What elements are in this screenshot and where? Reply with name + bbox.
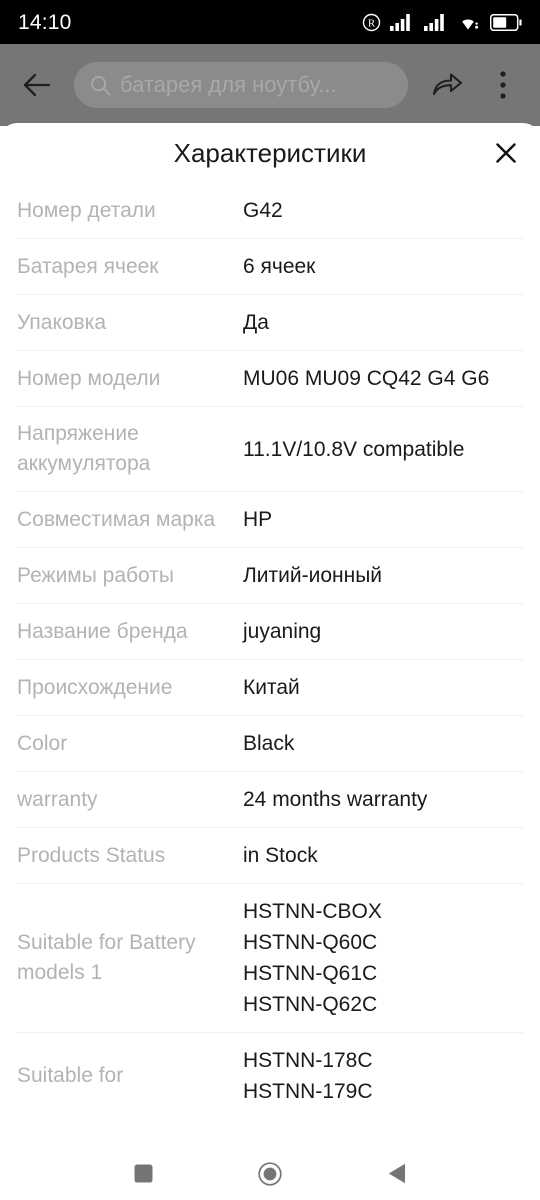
table-row: Suitable for HSTNN-178C HSTNN-179C [17, 1032, 523, 1119]
search-input[interactable]: батарея для ноутбу... [74, 62, 408, 108]
spec-label: Suitable for Battery models 1 [17, 931, 196, 984]
navigation-bar [0, 1147, 540, 1200]
spec-value: Black [243, 732, 295, 755]
close-icon [494, 141, 518, 165]
recents-button[interactable] [115, 1152, 171, 1196]
spec-value: 11.1V/10.8V compatible [243, 437, 465, 461]
spec-value: Да [243, 311, 269, 334]
status-bar: 14:10 R [0, 0, 540, 44]
table-row: Напряжение аккумулятора 11.1V/10.8V comp… [17, 406, 523, 491]
spec-value: in Stock [243, 844, 318, 867]
battery-icon [490, 13, 522, 31]
close-button[interactable] [486, 133, 526, 173]
phone-screen: 14:10 R батарея для ноутбу... Характерис… [0, 0, 540, 1200]
table-row: Products Status in Stock [17, 827, 523, 883]
specifications-sheet: Характеристики Номер детали G42 Батарея … [0, 123, 540, 1147]
table-row: Происхождение Китай [17, 659, 523, 715]
spec-label: Совместимая марка [17, 507, 216, 531]
spec-label: Color [17, 731, 68, 755]
spec-value: juyaning [243, 620, 322, 643]
home-button[interactable] [242, 1152, 298, 1196]
table-row: Название бренда juyaning [17, 603, 523, 659]
spec-value: HP [243, 508, 273, 531]
recents-square-icon [134, 1164, 153, 1183]
spec-value: Китай [243, 676, 300, 699]
page-title: Характеристики [173, 138, 367, 168]
home-circle-icon [258, 1161, 282, 1186]
spec-label: Упаковка [17, 310, 107, 334]
spec-label: Происхождение [17, 675, 173, 699]
spec-value: HSTNN-CBOX HSTNN-Q60C HSTNN-Q61C HSTNN-Q… [243, 900, 382, 1016]
share-icon [431, 71, 463, 99]
share-button[interactable] [424, 62, 470, 108]
table-row: Режимы работы Литий-ионный [17, 547, 523, 603]
more-vertical-icon [499, 70, 507, 100]
status-clock: 14:10 [18, 10, 72, 34]
table-row: Номер модели MU06 MU09 CQ42 G4 G6 [17, 350, 523, 406]
spec-label: Режимы работы [17, 563, 174, 587]
more-options-button[interactable] [480, 62, 526, 108]
table-row: Color Black [17, 715, 523, 771]
back-triangle-icon [388, 1163, 406, 1184]
svg-text:R: R [368, 17, 376, 29]
spec-label: Название бренда [17, 619, 188, 643]
spec-value: MU06 MU09 CQ42 G4 G6 [243, 367, 490, 390]
table-row: Suitable for Battery models 1 HSTNN-CBOX… [17, 883, 523, 1032]
back-button[interactable] [14, 62, 60, 108]
table-row: Номер детали G42 [17, 183, 523, 238]
spec-value: HSTNN-178C HSTNN-179C [243, 1049, 373, 1103]
registered-mark-icon: R [362, 13, 381, 32]
search-icon [90, 75, 111, 96]
table-row: Упаковка Да [17, 294, 523, 350]
wifi-icon [458, 13, 481, 31]
spec-label: Напряжение аккумулятора [17, 422, 151, 475]
signal-1-icon [390, 13, 415, 31]
sheet-header: Характеристики [0, 123, 540, 183]
table-row: Совместимая марка HP [17, 491, 523, 547]
app-bar: батарея для ноутбу... [0, 44, 540, 126]
spec-label: Батарея ячеек [17, 254, 159, 278]
spec-value: Литий-ионный [243, 564, 383, 587]
spec-label: warranty [17, 787, 98, 811]
spec-label: Номер модели [17, 366, 161, 390]
back-button-nav[interactable] [369, 1152, 425, 1196]
table-row: Батарея ячеек 6 ячеек [17, 238, 523, 294]
spec-label: Номер детали [17, 198, 156, 222]
back-arrow-icon [22, 72, 52, 98]
specifications-list: Номер детали G42 Батарея ячеек 6 ячеек У… [0, 183, 540, 1119]
spec-label: Products Status [17, 843, 166, 867]
spec-value: 24 months warranty [243, 788, 428, 811]
table-row: warranty 24 months warranty [17, 771, 523, 827]
spec-label: Suitable for [17, 1064, 124, 1087]
status-icon-group: R [362, 13, 522, 32]
search-input-text: батарея для ноутбу... [120, 72, 337, 97]
spec-value: 6 ячеек [243, 255, 316, 278]
spec-value: G42 [243, 199, 283, 222]
signal-2-icon [424, 13, 449, 31]
